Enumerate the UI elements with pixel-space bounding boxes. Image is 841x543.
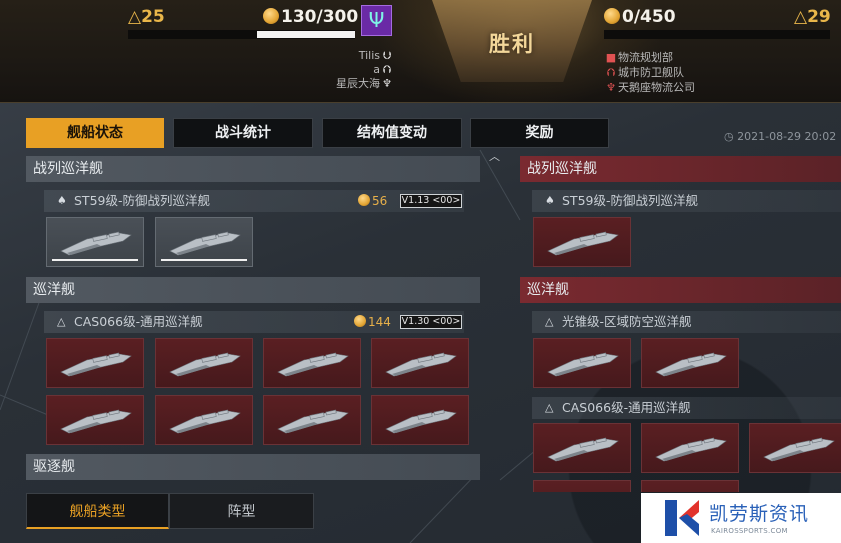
left-player: Tilis ⮋: [300, 49, 394, 63]
ship-class-row[interactable]: △ CAS066级-通用巡洋舰 144 V1.30 <00>: [44, 311, 464, 333]
battle-timestamp: ◷ 2021-08-29 20:02: [724, 130, 837, 143]
enemy-fleet-panel: 战列巡洋舰 ♠ ST59级-防御战列巡洋舰 巡洋舰 △ 光锥级-区域防空巡洋舰 …: [520, 152, 841, 492]
watermark-subtitle: KAIROSSPORTS.COM: [711, 527, 788, 535]
left-resource-value: 130/300: [281, 7, 359, 27]
ship-card[interactable]: [533, 423, 631, 473]
right-player: ♆ 天鹅座物流公司: [604, 80, 695, 95]
ship-card[interactable]: [533, 217, 631, 267]
coin-icon: [263, 8, 279, 24]
rank-up-icon: ⮉: [606, 66, 616, 79]
tab-structure-change[interactable]: 结构值变动: [322, 118, 462, 148]
coin-icon: [604, 8, 620, 24]
ship-card[interactable]: [641, 423, 739, 473]
ship-cost: 56: [358, 190, 387, 212]
category-header: 巡洋舰: [26, 277, 480, 303]
ship-class-row[interactable]: ♠ ST59级-防御战列巡洋舰: [532, 190, 841, 212]
chevron-up-icon[interactable]: ︿: [489, 148, 500, 164]
ship-card[interactable]: [641, 480, 739, 492]
left-player: a ⮉: [300, 63, 394, 77]
ship-card[interactable]: [749, 423, 841, 473]
guild-icon: ♆: [382, 77, 392, 90]
right-player: ■ 物流规划部: [605, 51, 673, 64]
ship-card[interactable]: [155, 395, 253, 445]
result-title: 胜利: [489, 32, 535, 56]
right-fleet-level: △29: [794, 7, 831, 27]
right-resource-bar: [604, 30, 830, 39]
ship-class-icon: △: [545, 401, 554, 414]
left-fleet-level: △25: [128, 7, 165, 27]
left-player-list: Tilis ⮋ a ⮉ 星辰大海 ♆: [300, 49, 394, 91]
ship-card[interactable]: [641, 338, 739, 388]
left-player: 星辰大海 ♆: [300, 77, 394, 91]
ship-version: V1.13 <00>: [400, 194, 462, 208]
left-resource-bar-fill: [257, 31, 355, 38]
ship-card[interactable]: [46, 395, 144, 445]
ship-version: V1.30 <00>: [400, 315, 462, 329]
category-header: 巡洋舰: [520, 277, 841, 303]
right-player-list: ■ 物流规划部 ⮉ 城市防卫舰队 ♆ 天鹅座物流公司: [604, 50, 695, 95]
right-resource-value: 0/450: [622, 7, 676, 27]
ship-card[interactable]: [533, 480, 631, 492]
ship-class-icon: △: [545, 315, 554, 328]
ship-card[interactable]: [263, 338, 361, 388]
category-header: 战列巡洋舰: [26, 156, 480, 182]
tab-rewards[interactable]: 奖励: [470, 118, 609, 148]
tab-battle-stats[interactable]: 战斗统计: [173, 118, 313, 148]
ship-card[interactable]: [46, 217, 144, 267]
watermark-logo-icon: [665, 500, 699, 536]
tab-formation[interactable]: 阵型: [169, 493, 314, 529]
ship-card[interactable]: [46, 338, 144, 388]
ship-card[interactable]: [263, 395, 361, 445]
ship-class-icon: △: [57, 315, 66, 328]
tab-ship-status[interactable]: 舰船状态: [26, 118, 164, 148]
ship-card[interactable]: [155, 217, 253, 267]
square-icon: ■: [605, 51, 617, 64]
coin-icon: [358, 194, 370, 206]
coin-icon: [354, 315, 366, 327]
rank-up-icon: ⮉: [382, 63, 392, 76]
ship-card[interactable]: [533, 338, 631, 388]
faction-emblem-icon: Ψ: [361, 5, 392, 36]
left-resource: 130/300: [263, 7, 358, 27]
ship-class-icon: ♠: [545, 194, 555, 207]
hp-bar: [52, 259, 138, 261]
category-header: 战列巡洋舰: [520, 156, 841, 182]
hp-bar: [161, 259, 247, 261]
guild-icon: ♆: [606, 81, 616, 94]
right-player: ⮉ 城市防卫舰队: [604, 65, 695, 80]
ship-class-row[interactable]: △ 光锥级-区域防空巡洋舰: [532, 311, 841, 333]
tab-ship-type[interactable]: 舰船类型: [26, 493, 169, 529]
rank-down-icon: ⮋: [382, 49, 392, 62]
ship-card[interactable]: [371, 338, 469, 388]
ship-card[interactable]: [155, 338, 253, 388]
friendly-fleet-panel: 战列巡洋舰 ♠ ST59级-防御战列巡洋舰 56 V1.13 <00> 巡洋舰 …: [26, 152, 482, 492]
clock-icon: ◷: [724, 130, 734, 143]
ship-card[interactable]: [371, 395, 469, 445]
ship-cost: 144: [354, 311, 391, 333]
watermark: 凯劳斯资讯 KAIROSSPORTS.COM: [641, 493, 841, 543]
ship-class-row[interactable]: ♠ ST59级-防御战列巡洋舰 56 V1.13 <00>: [44, 190, 464, 212]
ship-class-row[interactable]: △ CAS066级-通用巡洋舰: [532, 397, 841, 419]
watermark-title: 凯劳斯资讯: [709, 503, 810, 525]
result-header: 胜利 △25 130/300 Ψ 0/450 △29 Tilis ⮋ a ⮉ 星辰大…: [0, 0, 841, 103]
category-header: 驱逐舰: [26, 454, 480, 480]
right-resource: 0/450: [604, 7, 676, 27]
ship-class-icon: ♠: [57, 194, 67, 207]
